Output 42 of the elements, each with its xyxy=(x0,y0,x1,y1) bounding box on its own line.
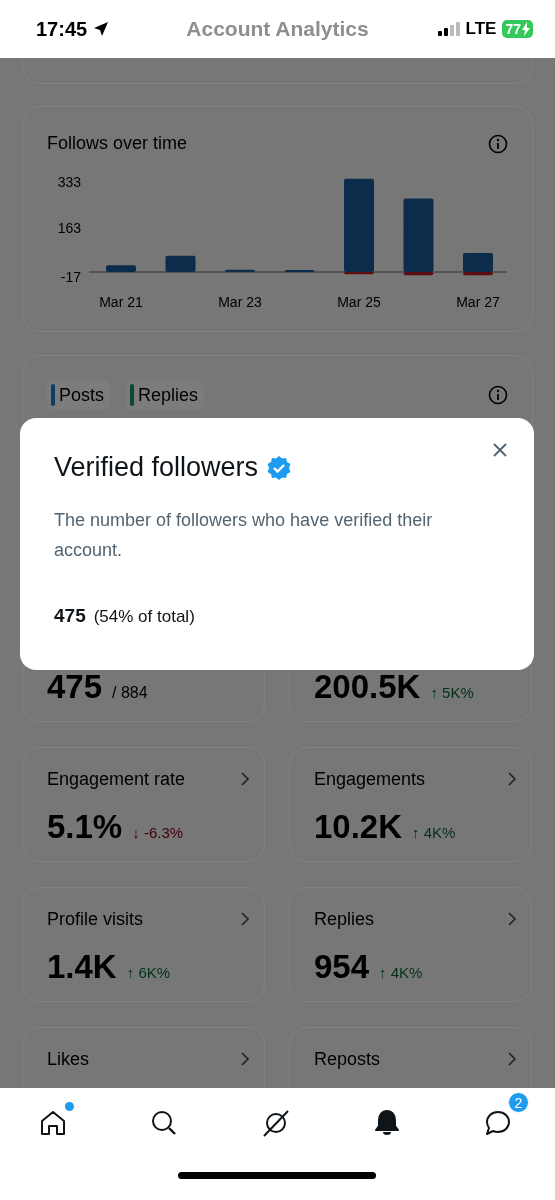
y-tick-label: 163 xyxy=(57,219,81,236)
network-label: LTE xyxy=(465,19,497,39)
legend-chip[interactable]: Replies xyxy=(126,380,205,410)
follower-share: (54% of total) xyxy=(93,607,195,627)
stat-value: 954 xyxy=(314,948,370,986)
legend-chip[interactable]: Posts xyxy=(47,380,111,410)
x-tick-label: Mar 21 xyxy=(99,294,143,310)
stat-change: ↑ 6K% xyxy=(126,964,171,981)
stat-card[interactable]: Engagement rate 5.1% ↓ -6.3% xyxy=(22,747,265,862)
stat-title: Replies xyxy=(314,908,375,930)
dialog-title: Verified followers xyxy=(54,452,259,483)
stat-change: ↑ 5K% xyxy=(430,684,474,701)
stat-value: 475 xyxy=(47,668,103,706)
stat-title: Likes xyxy=(47,1048,90,1070)
dialog-description: The number of followers who have verified their account. xyxy=(54,509,434,562)
stat-card[interactable]: Profile visits 1.4K ↑ 6K% xyxy=(22,887,265,1002)
follower-count: 475 xyxy=(54,605,86,627)
stat-title: Engagement rate xyxy=(47,768,186,790)
unread-count: 2 xyxy=(508,1092,529,1113)
stat-change: ↑ 4K% xyxy=(412,824,456,841)
stat-change: ↓ -6.3% xyxy=(132,824,184,841)
stat-card[interactable]: Replies 954 ↑ 4K% xyxy=(289,887,532,1002)
y-tick-label: 333 xyxy=(57,174,81,190)
stat-title: Reposts xyxy=(314,1048,381,1070)
battery-indicator: 77 xyxy=(502,20,533,38)
stat-value: 200.5K xyxy=(314,668,421,706)
x-tick-label: Mar 25 xyxy=(337,294,381,310)
page-title: Account Analytics xyxy=(186,17,369,41)
nav-tab[interactable]: 2 xyxy=(483,1092,529,1138)
stat-title: Profile visits xyxy=(47,908,144,930)
y-tick-label: -17 xyxy=(60,268,81,285)
card-title: Follows over time xyxy=(47,133,188,154)
stat-value: 5.1% xyxy=(47,808,123,846)
stat-value: 10.2K xyxy=(314,808,403,846)
stat-change: ↑ 4K% xyxy=(379,964,423,981)
x-tick-label: Mar 27 xyxy=(456,294,500,310)
stat-card[interactable]: Engagements 10.2K ↑ 4K% xyxy=(289,747,532,862)
clock-time: 17:45 xyxy=(36,17,88,41)
stat-title: Engagements xyxy=(314,768,426,790)
stat-total: / 884 xyxy=(112,684,148,702)
stat-value: 1.4K xyxy=(47,948,117,986)
x-tick-label: Mar 23 xyxy=(218,294,262,310)
